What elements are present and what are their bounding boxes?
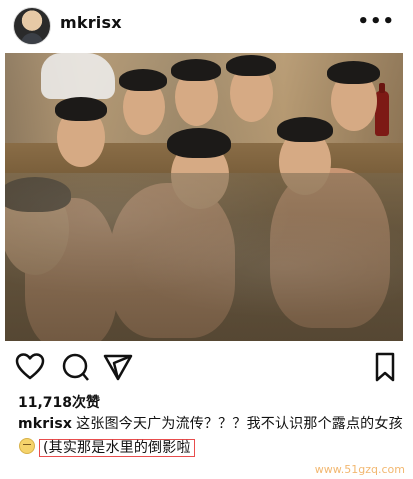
post-actions xyxy=(0,350,413,384)
post-caption: mkrisx 这张图今天广为流传？？？我不认识那个露点的女孩 (其实那是水里的倒影啦 xyxy=(18,412,403,460)
person-body xyxy=(110,183,235,338)
smile-emoji-icon xyxy=(19,438,35,454)
post-header: mkrisx ••• xyxy=(0,0,413,50)
person-hair xyxy=(226,55,276,76)
caption-username[interactable]: mkrisx xyxy=(18,416,72,432)
person-hair xyxy=(5,177,71,212)
more-icon[interactable]: ••• xyxy=(357,11,395,32)
watermark: www.51gzq.com xyxy=(314,463,405,476)
bottle xyxy=(375,83,389,136)
heart-icon[interactable] xyxy=(14,351,46,383)
username[interactable]: mkrisx xyxy=(60,13,122,32)
person-face xyxy=(5,183,69,275)
avatar[interactable] xyxy=(13,7,51,45)
person-hair xyxy=(167,128,231,158)
person-hair xyxy=(55,97,107,121)
person-body xyxy=(25,198,117,341)
bookmark-icon[interactable] xyxy=(369,351,401,383)
person-hair xyxy=(327,61,380,84)
person-hair xyxy=(171,59,221,81)
person-hair xyxy=(119,69,167,91)
caption-text: 这张图今天广为流传？？？我不认识那个露点的女孩 xyxy=(76,416,403,432)
person-hair xyxy=(277,117,333,142)
comment-icon[interactable] xyxy=(59,351,91,383)
towel xyxy=(41,53,115,99)
share-icon[interactable] xyxy=(102,351,134,383)
post-photo[interactable] xyxy=(5,53,403,341)
like-count[interactable]: 11,718次赞 xyxy=(18,392,100,412)
person-body xyxy=(270,168,390,328)
highlighted-caption-text: (其实那是水里的倒影啦 xyxy=(39,439,195,457)
